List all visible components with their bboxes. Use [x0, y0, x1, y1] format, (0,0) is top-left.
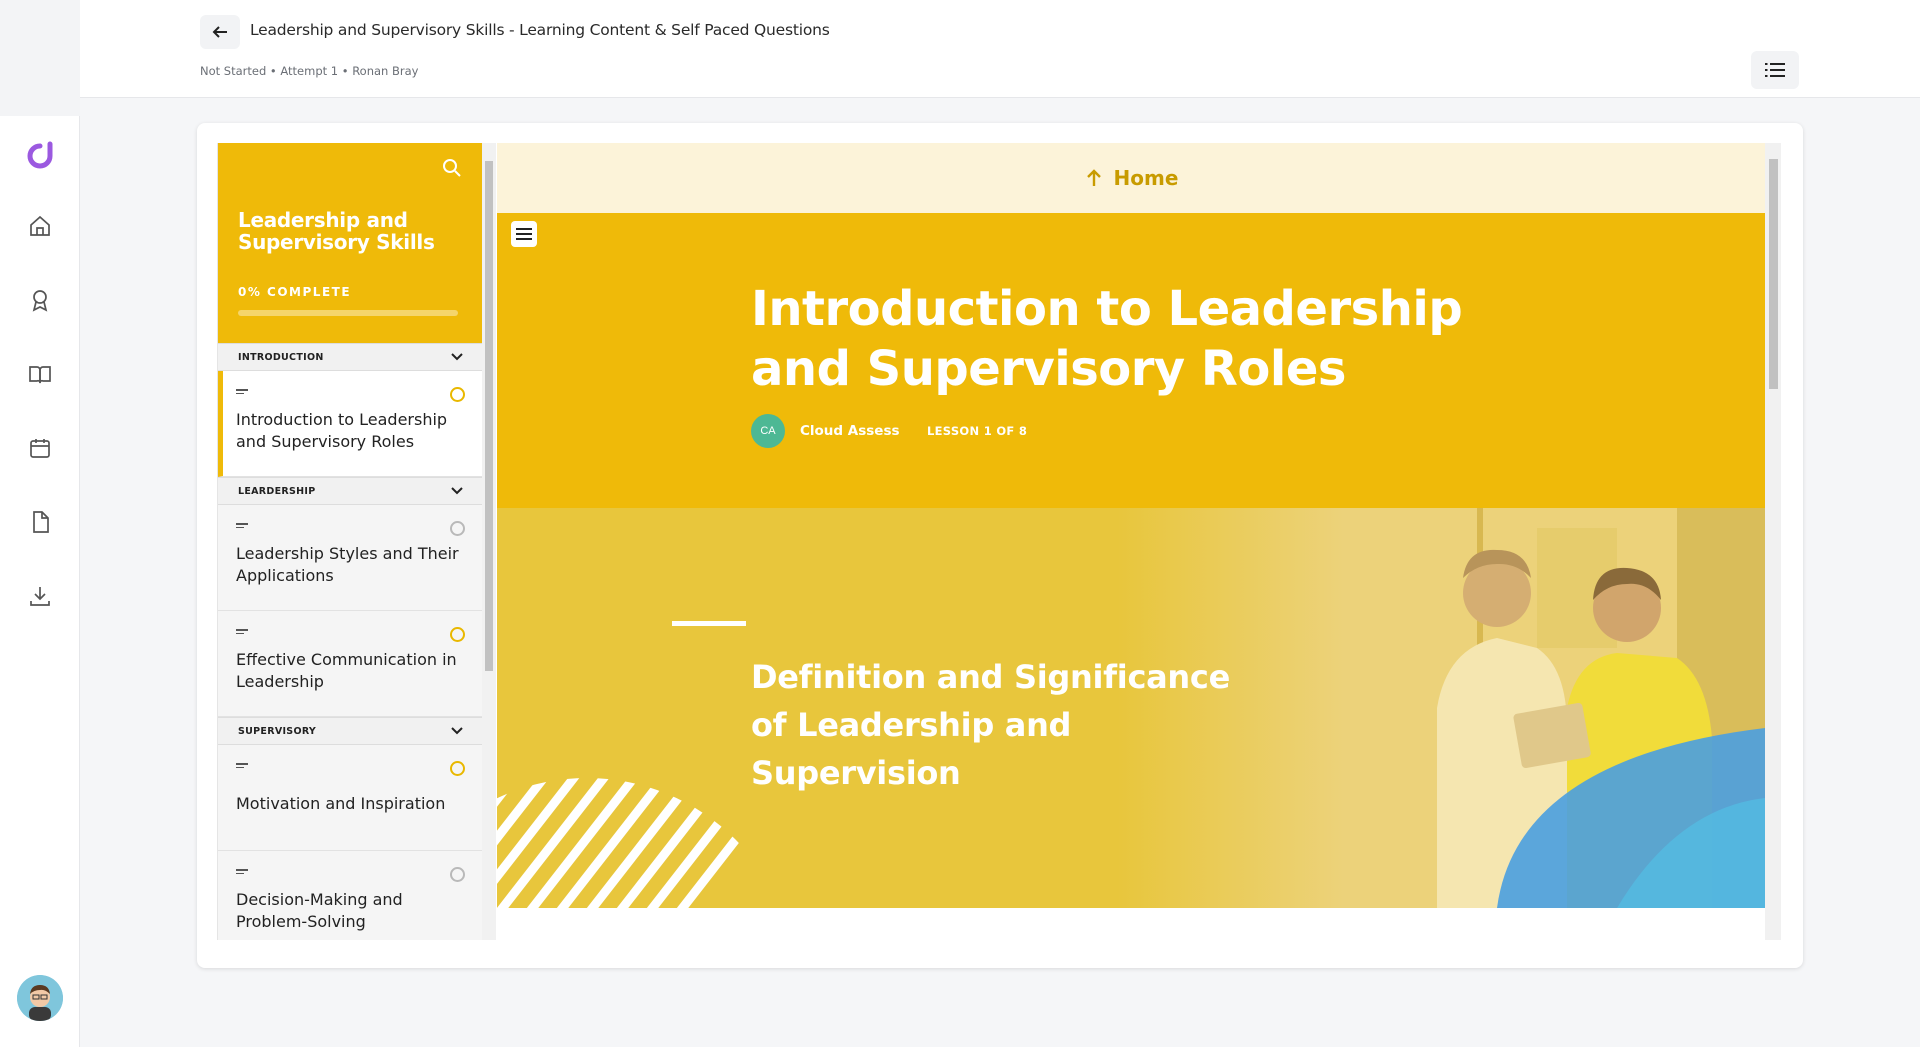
text-lesson-icon [236, 629, 248, 636]
lesson-counter: LESSON 1 OF 8 [927, 424, 1028, 438]
lesson-status-icon [450, 627, 465, 642]
left-rail [0, 0, 80, 1047]
sidebar-scroll-thumb[interactable] [485, 161, 493, 671]
lesson-banner: Definition and Significance of Leadershi… [497, 508, 1765, 908]
section-heading: Definition and Significance of Leadershi… [751, 658, 1230, 792]
text-lesson-icon [236, 389, 248, 396]
stripes-decoration [497, 778, 757, 908]
attempt-status: Not Started • Attempt 1 • Ronan Bray [200, 64, 419, 78]
book-icon[interactable] [24, 358, 56, 390]
lesson-item[interactable]: Motivation and Inspiration [218, 745, 482, 851]
author-avatar: CA [751, 414, 785, 448]
section-label: SUPERVISORY [238, 725, 317, 737]
sidebar-scrollbar[interactable] [482, 143, 496, 940]
lesson-status-icon [450, 761, 465, 776]
lesson-content: Home Introduction to Leadership and Supe… [497, 143, 1781, 940]
lesson-item[interactable]: Leadership Styles and Their Applications [218, 505, 482, 611]
user-avatar[interactable] [17, 975, 63, 1021]
text-lesson-icon [236, 523, 248, 530]
text-lesson-icon [236, 763, 248, 770]
outline-toggle-button[interactable] [1751, 51, 1799, 89]
download-icon[interactable] [24, 580, 56, 612]
calendar-icon[interactable] [24, 432, 56, 464]
chevron-down-icon [451, 353, 463, 361]
lesson-title: Introduction to Leadership and Superviso… [236, 410, 448, 451]
content-scrollbar[interactable] [1765, 143, 1781, 940]
award-icon[interactable] [24, 284, 56, 316]
lesson-item[interactable]: Effective Communication in Leadership [218, 611, 482, 717]
arrow-left-icon [212, 26, 227, 38]
text-lesson-icon [236, 869, 248, 876]
lesson-title: Decision-Making and Problem-Solving [236, 890, 403, 931]
rail-top-area [0, 0, 80, 116]
accent-line [672, 621, 746, 626]
page-title: Leadership and Supervisory Skills - Lear… [250, 21, 830, 39]
section-supervisory[interactable]: SUPERVISORY [218, 717, 482, 745]
section-leadership[interactable]: LEARDERSHIP [218, 477, 482, 505]
progress-bar [238, 310, 458, 316]
lesson-title: Effective Communication in Leadership [236, 650, 457, 691]
section-introduction[interactable]: INTRODUCTION [218, 343, 482, 371]
chevron-down-icon [451, 727, 463, 735]
arrow-up-icon [1086, 169, 1101, 186]
course-title: Leadership and Supervisory Skills [238, 208, 435, 254]
back-button[interactable] [200, 15, 240, 49]
course-header: Leadership and Supervisory Skills 0% COM… [218, 143, 482, 343]
chevron-down-icon [451, 487, 463, 495]
lesson-title: Introduction to Leadership and Superviso… [751, 281, 1463, 397]
search-icon[interactable] [441, 157, 463, 179]
hamburger-menu-button[interactable] [511, 221, 537, 247]
lesson-item[interactable]: Introduction to Leadership and Superviso… [218, 371, 482, 477]
list-icon [1765, 63, 1785, 77]
lesson-hero: Introduction to Leadership and Superviso… [497, 213, 1765, 508]
home-icon[interactable] [24, 210, 56, 242]
content-scroll-thumb[interactable] [1769, 159, 1778, 389]
lesson-item[interactable]: Decision-Making and Problem-Solving [218, 851, 482, 940]
lesson-status-icon [450, 387, 465, 402]
section-label: INTRODUCTION [238, 351, 324, 363]
progress-label: 0% COMPLETE [238, 285, 352, 299]
lesson-title: Motivation and Inspiration [236, 794, 446, 813]
course-outline-sidebar: Leadership and Supervisory Skills 0% COM… [217, 143, 482, 940]
home-label: Home [1113, 166, 1179, 190]
top-header: Leadership and Supervisory Skills - Lear… [80, 0, 1920, 98]
lesson-status-icon [450, 867, 465, 882]
app-logo-icon[interactable] [22, 138, 58, 174]
home-link[interactable]: Home [497, 143, 1765, 213]
lesson-status-icon [450, 521, 465, 536]
file-icon[interactable] [24, 506, 56, 538]
author-name: Cloud Assess [800, 423, 900, 439]
section-label: LEARDERSHIP [238, 485, 316, 497]
lesson-title: Leadership Styles and Their Applications [236, 544, 459, 585]
